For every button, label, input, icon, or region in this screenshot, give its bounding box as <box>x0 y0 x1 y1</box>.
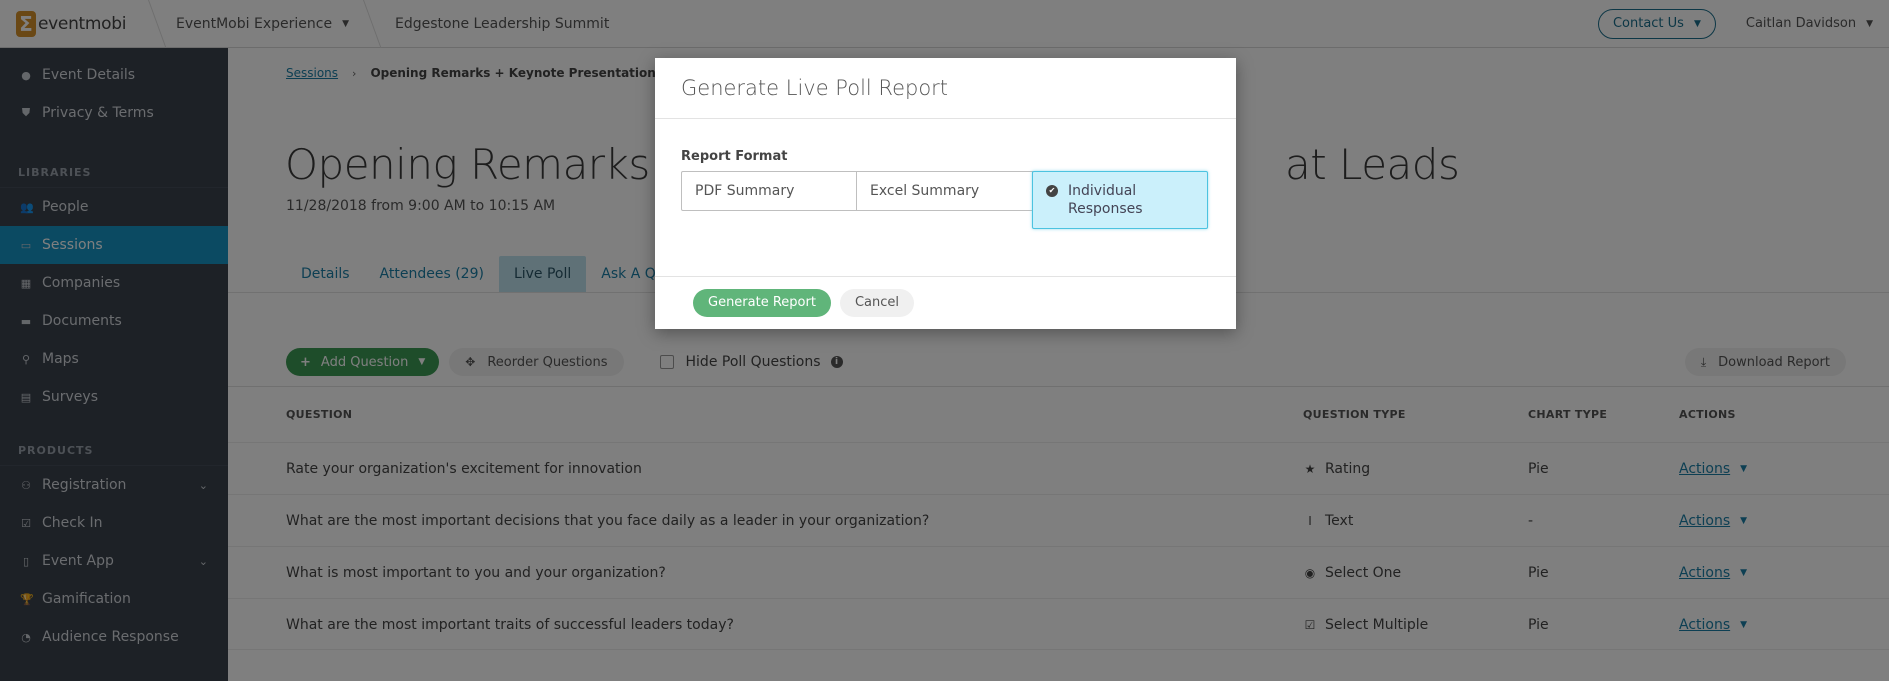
report-format-label: Report Format <box>681 149 788 164</box>
modal-body: Report Format PDF Summary Excel Summary … <box>655 119 1236 277</box>
option-excel-summary[interactable]: Excel Summary <box>857 171 1033 211</box>
option-label: Excel Summary <box>870 183 980 199</box>
generate-report-button[interactable]: Generate Report <box>693 288 831 317</box>
modal-header: Generate Live Poll Report <box>655 58 1236 119</box>
cancel-button[interactable]: Cancel <box>839 288 914 317</box>
option-pdf-summary[interactable]: PDF Summary <box>681 171 857 211</box>
report-format-selector: PDF Summary Excel Summary ✔ Individual R… <box>681 171 1210 229</box>
option-individual-responses[interactable]: ✔ Individual Responses <box>1032 171 1208 229</box>
modal-footer: Generate Report Cancel <box>655 277 1236 328</box>
option-label: Individual Responses <box>1068 183 1143 217</box>
modal-title: Generate Live Poll Report <box>681 76 949 100</box>
generate-report-modal: Generate Live Poll Report Report Format … <box>655 58 1236 329</box>
check-circle-icon: ✔ <box>1046 185 1058 197</box>
option-label: PDF Summary <box>695 183 795 199</box>
